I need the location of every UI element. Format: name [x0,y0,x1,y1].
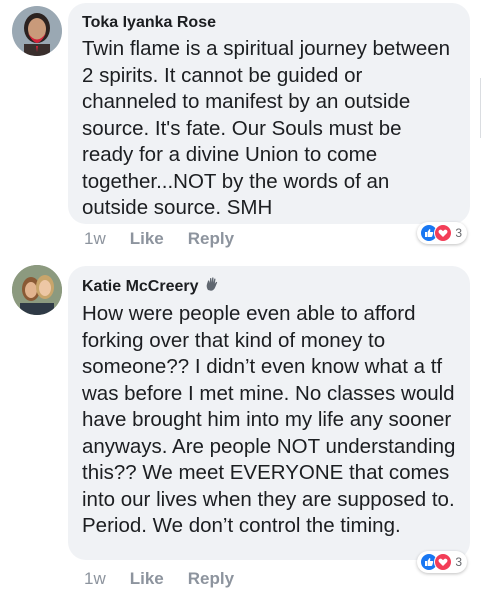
comment-actions: 1w Like Reply [84,229,258,249]
comment: Toka Iyanka Rose Twin flame is a spiritu… [0,0,485,258]
author-name[interactable]: Toka Iyanka Rose [82,13,216,33]
comment: Katie McCreery How were people even able… [0,258,485,596]
scrollbar-edge[interactable] [480,78,485,138]
reaction-summary[interactable]: 3 [417,551,467,573]
like-button[interactable]: Like [130,569,164,589]
comment-author[interactable]: Toka Iyanka Rose [82,13,456,33]
comment-timestamp[interactable]: 1w [84,569,106,589]
comment-text: How were people even able to afford fork… [82,302,456,537]
reply-button[interactable]: Reply [188,569,234,589]
avatar-photo-icon [12,265,62,315]
comment-bubble: Toka Iyanka Rose Twin flame is a spiritu… [68,3,470,224]
author-name[interactable]: Katie McCreery [82,277,199,297]
reply-button[interactable]: Reply [188,229,234,249]
love-reaction-icon [434,553,453,571]
avatar[interactable] [12,265,62,315]
comment-text: Twin flame is a spiritual journey betwee… [82,37,451,219]
comment-author[interactable]: Katie McCreery [82,276,456,298]
comment-actions: 1w Like Reply [84,569,258,589]
avatar-photo-icon [12,6,62,56]
like-button[interactable]: Like [130,229,164,249]
reaction-summary[interactable]: 3 [417,222,467,244]
love-reaction-icon [434,224,453,242]
reaction-count: 3 [455,555,462,569]
comment-bubble: Katie McCreery How were people even able… [68,266,470,560]
wave-hand-icon [204,276,220,298]
reaction-count: 3 [455,226,462,240]
avatar[interactable] [12,6,62,56]
comments-thread: Toka Iyanka Rose Twin flame is a spiritu… [0,0,485,596]
comment-timestamp[interactable]: 1w [84,229,106,249]
